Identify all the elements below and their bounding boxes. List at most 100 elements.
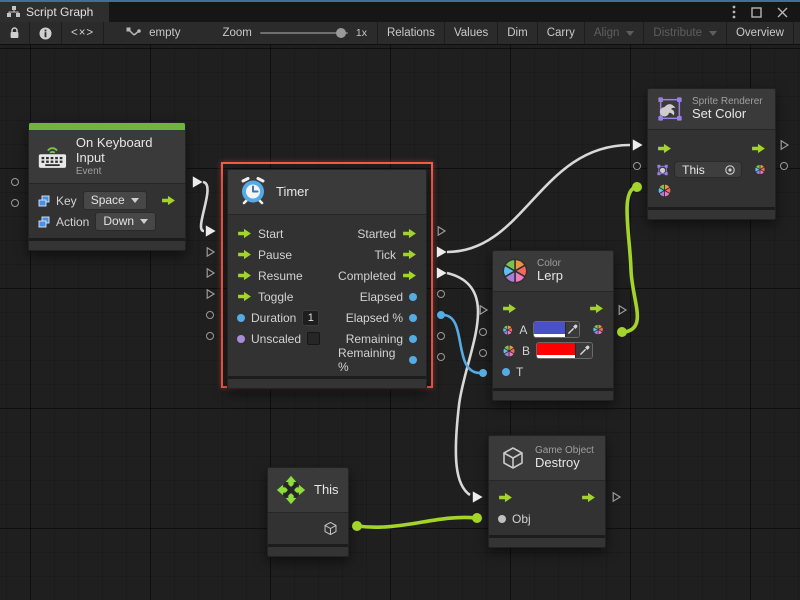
node-timer[interactable]: Timer Start Pause	[227, 169, 427, 389]
wire-timer-tick-to-setcolor[interactable]	[447, 145, 630, 252]
node-header[interactable]: Game Object Destroy	[489, 436, 605, 481]
destroy-obj-port[interactable]	[470, 511, 484, 525]
exec-output-port-icon[interactable]	[581, 492, 596, 503]
action-dropdown[interactable]: Down	[95, 212, 156, 231]
setcolor-target-port[interactable]	[630, 159, 644, 173]
gameobject-output-port-icon[interactable]	[322, 520, 339, 537]
zoom-slider-handle[interactable]	[336, 28, 346, 38]
color-b-swatch[interactable]	[537, 343, 575, 358]
exec-input-port-icon[interactable]	[502, 303, 517, 314]
keyboard-key-port[interactable]	[8, 175, 22, 189]
keyboard-action-port[interactable]	[8, 196, 22, 210]
carry-button[interactable]: Carry	[538, 22, 585, 44]
float-port-icon[interactable]	[409, 356, 417, 364]
timer-input-resume[interactable]: Resume	[228, 265, 329, 286]
timer-remaining-port[interactable]	[434, 329, 448, 343]
timer-remaining-pct-port[interactable]	[434, 350, 448, 364]
node-this[interactable]: This	[267, 467, 349, 557]
lerp-exec-in-port[interactable]	[476, 303, 490, 317]
key-dropdown[interactable]: Space	[83, 191, 147, 210]
float-port-icon[interactable]	[409, 314, 417, 322]
lerp-input-t[interactable]: T	[493, 361, 613, 382]
node-on-keyboard-input[interactable]: On Keyboard Input Event Key Space Action	[28, 122, 186, 251]
exec-input-port-icon[interactable]	[657, 143, 672, 154]
timer-output-elapsed-pct[interactable]: Elapsed %	[329, 307, 426, 328]
timer-output-elapsed[interactable]: Elapsed	[329, 286, 426, 307]
gameobject-port-icon[interactable]	[498, 515, 506, 523]
node-header[interactable]: On Keyboard Input Event	[29, 130, 185, 184]
inspect-button[interactable]	[30, 22, 62, 44]
exec-output-port-icon[interactable]	[402, 270, 417, 281]
node-destroy[interactable]: Game Object Destroy Obj	[488, 435, 606, 548]
float-port-icon[interactable]	[409, 293, 417, 301]
bool-port-icon[interactable]	[237, 335, 245, 343]
duration-input[interactable]: 1	[302, 310, 319, 326]
this-output-port[interactable]	[350, 519, 364, 533]
timer-output-completed[interactable]: Completed	[329, 265, 426, 286]
eyedropper-button[interactable]	[565, 322, 579, 337]
zoom-slider[interactable]	[260, 26, 348, 40]
dim-button[interactable]: Dim	[498, 22, 537, 44]
timer-start-port[interactable]	[203, 224, 217, 238]
keyboard-exec-out-port[interactable]	[190, 175, 204, 189]
setcolor-exec-out-port[interactable]	[777, 138, 791, 152]
wire-this-to-destroy-obj[interactable]	[357, 517, 476, 527]
zoom-slider-track[interactable]	[260, 32, 348, 34]
exec-input-port-icon[interactable]	[237, 228, 252, 239]
wire-timer-elapsedpct-to-lerp-t[interactable]	[443, 315, 480, 373]
timer-output-remaining-pct[interactable]: Remaining %	[329, 349, 426, 370]
target-object-field[interactable]: This	[674, 161, 742, 178]
timer-duration-port[interactable]	[203, 308, 217, 322]
eyedropper-button[interactable]	[575, 343, 592, 358]
maximize-icon[interactable]	[751, 7, 762, 18]
exec-output-port-icon[interactable]	[402, 249, 417, 260]
node-set-color[interactable]: Sprite Renderer Set Color	[647, 88, 776, 220]
color-port-icon[interactable]	[657, 183, 672, 198]
exec-input-port-icon[interactable]	[237, 249, 252, 260]
float-port-icon[interactable]	[502, 368, 510, 376]
timer-input-duration[interactable]: Duration 1	[228, 307, 329, 328]
exec-input-port-icon[interactable]	[237, 291, 252, 302]
float-port-icon[interactable]	[237, 314, 245, 322]
destroy-exec-out-port[interactable]	[609, 490, 623, 504]
setcolor-color-port[interactable]	[630, 180, 644, 194]
color-output-port-icon[interactable]	[592, 322, 604, 337]
unscaled-checkbox[interactable]	[307, 332, 320, 345]
color-a-control[interactable]	[533, 321, 580, 338]
exec-output-port-icon[interactable]	[751, 143, 766, 154]
destroy-exec-row[interactable]	[489, 487, 605, 508]
node-color-lerp[interactable]: Color Lerp A	[492, 250, 614, 401]
target-picker-icon[interactable]	[724, 164, 736, 176]
lerp-a-port[interactable]	[476, 325, 490, 339]
node-header[interactable]: This	[268, 468, 348, 513]
overview-button[interactable]: Overview	[727, 22, 794, 44]
setcolor-result-port[interactable]	[777, 159, 791, 173]
sprite-renderer-port-icon[interactable]	[657, 163, 668, 177]
node-header[interactable]: Color Lerp	[493, 251, 613, 292]
lock-button[interactable]	[0, 22, 30, 44]
timer-output-tick[interactable]: Tick	[329, 244, 426, 265]
node-header[interactable]: Timer	[228, 170, 426, 215]
graph-canvas[interactable]: On Keyboard Input Event Key Space Action	[0, 45, 800, 600]
lerp-exec-out-port[interactable]	[615, 303, 629, 317]
timer-unscaled-port[interactable]	[203, 329, 217, 343]
lerp-input-a[interactable]: A	[493, 319, 613, 340]
window-menu-icon[interactable]	[732, 5, 736, 19]
exec-output-port-icon[interactable]	[161, 195, 176, 206]
exec-input-port-icon[interactable]	[237, 270, 252, 281]
timer-input-pause[interactable]: Pause	[228, 244, 329, 265]
setcolor-color-row[interactable]	[648, 180, 775, 201]
this-output-row[interactable]	[268, 518, 348, 539]
timer-elapsed-port[interactable]	[434, 287, 448, 301]
lerp-b-port[interactable]	[476, 346, 490, 360]
float-port-icon[interactable]	[409, 335, 417, 343]
timer-input-toggle[interactable]: Toggle	[228, 286, 329, 307]
timer-pause-port[interactable]	[203, 245, 217, 259]
setcolor-exec-row[interactable]	[648, 138, 775, 159]
code-view-button[interactable]: <×>	[62, 22, 104, 44]
close-icon[interactable]	[777, 7, 788, 18]
setcolor-exec-in-port[interactable]	[630, 138, 644, 152]
color-output-port-icon[interactable]	[754, 162, 766, 177]
exec-output-port-icon[interactable]	[402, 228, 417, 239]
timer-output-started[interactable]: Started	[329, 223, 426, 244]
